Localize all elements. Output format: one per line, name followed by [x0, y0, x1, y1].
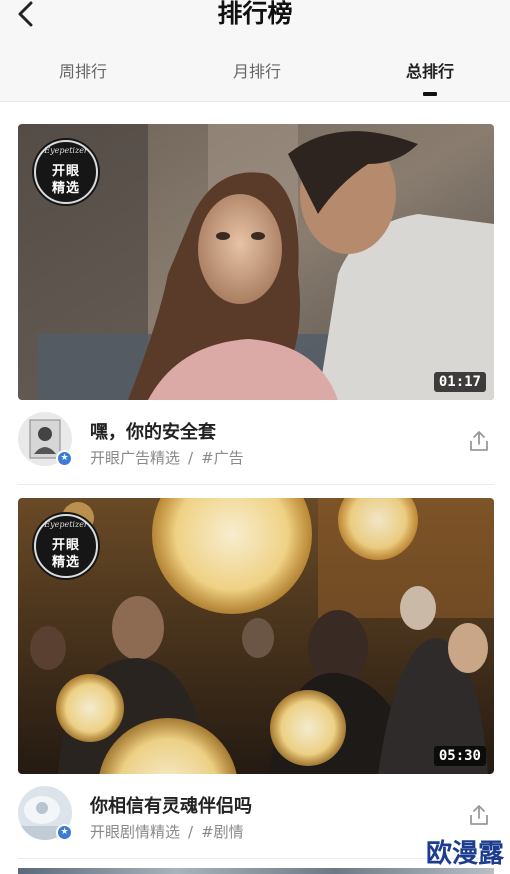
tab-weekly[interactable]: 周排行 [23, 44, 143, 102]
video-thumbnail[interactable]: Eyepetizer 开眼 精选 05:30 [18, 498, 494, 774]
tab-monthly[interactable]: 月排行 [197, 44, 317, 102]
video-source: 开眼广告精选 [90, 449, 181, 467]
video-subtitle: 开眼剧情精选 / #剧情 [90, 821, 244, 842]
video-meta: ★ 嘿，你的安全套 开眼广告精选 / #广告 [18, 404, 494, 476]
share-button[interactable] [468, 804, 490, 826]
badge-line-2: 精选 [51, 555, 80, 570]
next-video-thumbnail[interactable] [18, 868, 494, 874]
separator: / [188, 823, 194, 841]
watermark: 欧漫露 [425, 839, 504, 869]
badge-script: Eyepetizer [44, 146, 88, 155]
ranking-tabs: 周排行 月排行 总排行 [0, 44, 510, 102]
star-icon: ★ [56, 824, 73, 841]
eyepetizer-badge: Eyepetizer 开眼 精选 [34, 140, 98, 204]
badge-script: Eyepetizer [44, 520, 88, 529]
video-duration: 05:30 [433, 746, 486, 766]
video-thumbnail[interactable]: Eyepetizer 开眼 精选 01:17 [18, 124, 494, 400]
badge-line-2: 精选 [51, 181, 80, 196]
video-subtitle: 开眼广告精选 / #广告 [90, 447, 244, 468]
share-icon [470, 431, 488, 451]
tab-label: 总排行 [405, 62, 454, 81]
share-icon [470, 805, 488, 825]
star-icon: ★ [56, 450, 73, 467]
app-header: 排行榜 [0, 0, 510, 44]
video-meta: ★ 你相信有灵魂伴侣吗 开眼剧情精选 / #剧情 [18, 778, 494, 850]
page-title: 排行榜 [217, 0, 293, 28]
video-duration: 01:17 [433, 372, 486, 392]
eyepetizer-badge: Eyepetizer 开眼 精选 [34, 514, 98, 578]
video-source: 开眼剧情精选 [90, 823, 181, 841]
share-button[interactable] [468, 430, 490, 452]
tab-label: 月排行 [232, 62, 281, 81]
video-tag[interactable]: #广告 [201, 449, 244, 467]
video-title[interactable]: 嘿，你的安全套 [90, 418, 216, 444]
active-tab-indicator [423, 92, 437, 96]
tab-overall[interactable]: 总排行 [370, 44, 490, 102]
video-title[interactable]: 你相信有灵魂伴侣吗 [90, 792, 252, 818]
divider [18, 858, 494, 859]
tab-label: 周排行 [58, 62, 107, 81]
video-tag[interactable]: #剧情 [201, 823, 244, 841]
separator: / [188, 449, 194, 467]
divider [18, 484, 494, 485]
